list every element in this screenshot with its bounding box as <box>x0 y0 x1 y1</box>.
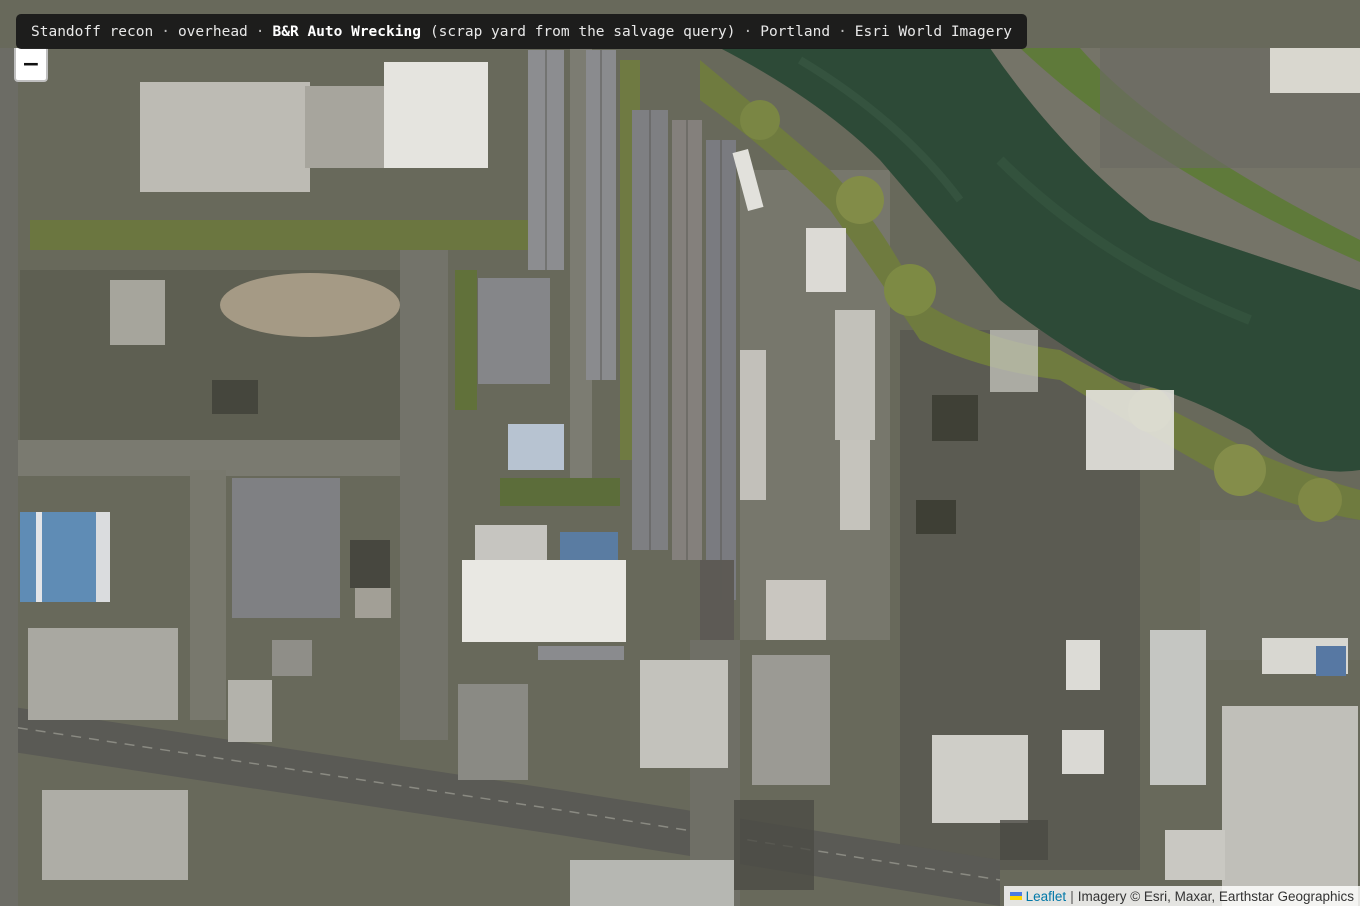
leaflet-link[interactable]: Leaflet <box>1026 889 1067 904</box>
ukraine-flag-icon <box>1009 892 1022 900</box>
title-separator: · <box>838 23 847 40</box>
satellite-imagery <box>0 0 1360 906</box>
title-place-note: (scrap yard from the salvage query) <box>429 23 736 40</box>
attribution-separator: | <box>1070 888 1074 904</box>
zoom-out-icon: − <box>21 51 41 77</box>
imagery-credit: Imagery © Esri, Maxar, Earthstar Geograp… <box>1077 888 1354 904</box>
map-attribution: Leaflet | Imagery © Esri, Maxar, Earthst… <box>1003 886 1360 906</box>
title-place-name: B&R Auto Wrecking <box>272 23 421 40</box>
title-imagery: Esri World Imagery <box>854 23 1012 40</box>
title-bar: Standoff recon · overhead · B&R Auto Wre… <box>16 14 1027 49</box>
title-separator: · <box>743 23 753 40</box>
title-prefix: Standoff recon <box>31 23 154 40</box>
zoom-out-button[interactable]: − <box>14 48 48 82</box>
satellite-map[interactable] <box>0 0 1360 906</box>
title-separator: · <box>161 23 170 40</box>
title-city: Portland <box>760 23 831 40</box>
title-separator: · <box>255 23 265 40</box>
title-view: overhead <box>177 23 248 40</box>
